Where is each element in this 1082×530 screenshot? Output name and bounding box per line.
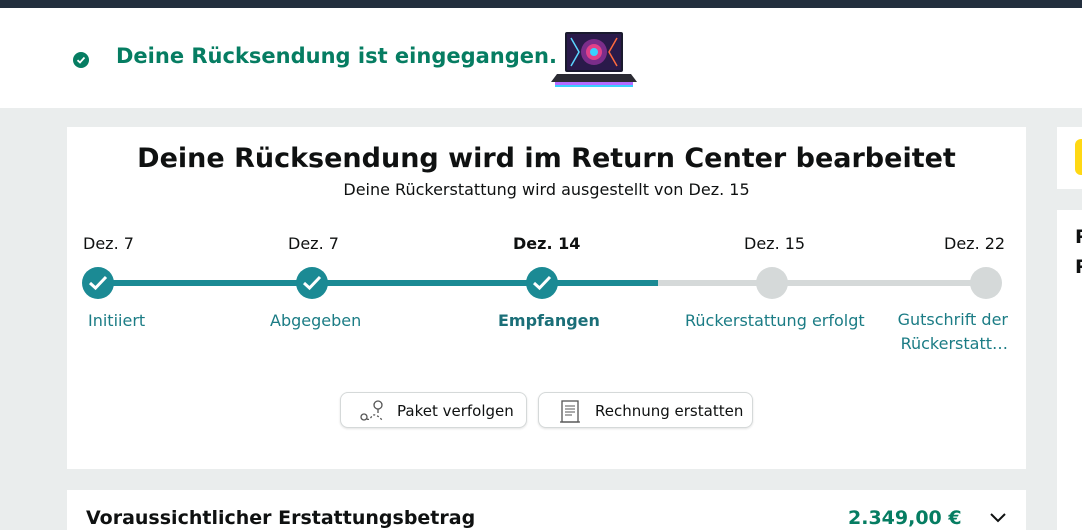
step-label-refund-issued: Rückerstattung erfolgt: [685, 311, 865, 330]
step-refund-issued-checkpoint: [756, 267, 788, 299]
document-icon: [560, 400, 580, 423]
track-package-button[interactable]: Paket verfolgen: [340, 392, 527, 428]
progress-track-completed: [98, 280, 658, 286]
step-date: Dez. 7: [288, 234, 339, 253]
step-label-received: Empfangen: [498, 311, 600, 330]
step-label-initiated: Initiiert: [88, 311, 146, 330]
request-invoice-button[interactable]: Rechnung erstatten: [538, 392, 753, 428]
track-package-label: Paket verfolgen: [397, 402, 514, 420]
check-icon: [532, 275, 552, 291]
side-panel-top: [1057, 127, 1082, 189]
refund-amount-value: 2.349,00 €: [848, 507, 962, 529]
banner-message: Deine Rücksendung ist eingegangen.: [116, 44, 557, 68]
step-label-refund-credited: Gutschrift der Rückerstatt…: [897, 310, 1008, 353]
progress-track-remaining: [658, 280, 986, 286]
step-date: Dez. 7: [83, 234, 134, 253]
side-action-button[interactable]: [1075, 139, 1082, 175]
side-panel-text: R: [1075, 226, 1082, 248]
step-date: Dez. 22: [944, 234, 1006, 253]
step-refund-credited-checkpoint: [970, 267, 1002, 299]
side-panel-text: R: [1075, 256, 1082, 278]
top-nav-bar: [0, 0, 1082, 8]
map-pin-route-icon: [360, 400, 384, 422]
step-date: Dez. 15: [744, 234, 806, 253]
status-title: Deine Rücksendung wird im Return Center …: [137, 143, 956, 174]
laptop-product-image[interactable]: [551, 30, 637, 88]
step-date: Dez. 14: [513, 234, 581, 253]
step-received-checkpoint: [526, 267, 558, 299]
side-panel: R R: [1057, 210, 1082, 530]
step-label-dropped-off: Abgegeben: [270, 311, 362, 330]
check-icon: [88, 275, 108, 291]
check-circle-icon: [73, 52, 89, 68]
refund-amount-card[interactable]: Voraussichtlicher Erstattungsbetrag 2.34…: [67, 490, 1026, 530]
check-icon: [302, 275, 322, 291]
return-status-card: Deine Rücksendung wird im Return Center …: [67, 127, 1026, 469]
return-received-banner: Deine Rücksendung ist eingegangen.: [0, 8, 1082, 108]
step-dropped-off-checkpoint: [296, 267, 328, 299]
refund-amount-label: Voraussichtlicher Erstattungsbetrag: [86, 507, 476, 529]
chevron-down-icon[interactable]: [989, 512, 1007, 524]
step-initiated-checkpoint: [82, 267, 114, 299]
request-invoice-label: Rechnung erstatten: [595, 402, 744, 420]
status-subtitle: Deine Rückerstattung wird ausgestellt vo…: [343, 180, 750, 199]
